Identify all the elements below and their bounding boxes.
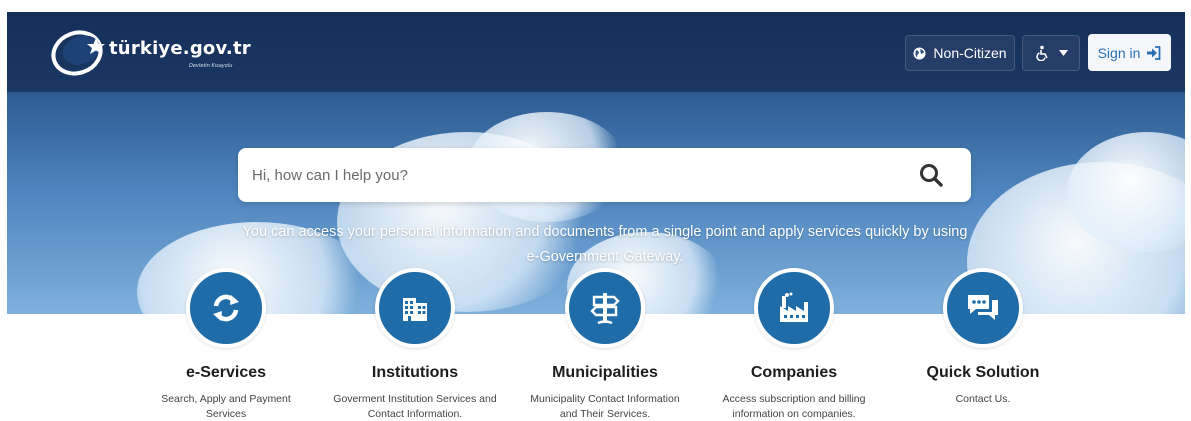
- institutions-circle[interactable]: [375, 268, 455, 348]
- quick-solution-circle[interactable]: [943, 268, 1023, 348]
- globe-icon: [913, 46, 926, 60]
- logo-text: türkiye.gov.tr: [109, 38, 251, 59]
- search-button[interactable]: [919, 163, 943, 187]
- card-title: e-Services: [185, 364, 267, 381]
- wheelchair-icon: [1035, 45, 1048, 61]
- site-logo[interactable]: türkiye.gov.tr Devletin Kısayolu: [49, 28, 259, 78]
- sign-in-icon: [1147, 45, 1161, 60]
- card-title: Quick Solution: [926, 364, 1040, 381]
- accessibility-dropdown[interactable]: [1022, 35, 1080, 71]
- card-description: Contact Us.: [955, 393, 1011, 405]
- card-description: Goverment Institution Services and Conta…: [333, 393, 497, 420]
- top-bar: türkiye.gov.tr Devletin Kısayolu Non-Cit…: [7, 12, 1185, 92]
- non-citizen-button[interactable]: Non-Citizen: [905, 35, 1015, 71]
- logo-subtitle: Devletin Kısayolu: [189, 63, 233, 69]
- card-title: Municipalities: [552, 364, 658, 381]
- caret-down-icon: [1058, 50, 1068, 56]
- e-services-circle[interactable]: [186, 268, 266, 348]
- signpost-icon: [590, 293, 620, 325]
- factory-icon: [780, 292, 808, 322]
- hero-tagline: You can access your personal information…: [242, 224, 968, 265]
- municipalities-circle[interactable]: [565, 268, 645, 348]
- search-box: [238, 148, 971, 202]
- refresh-icon: [213, 294, 239, 322]
- card-description: Access subscription and billing informat…: [722, 393, 866, 420]
- companies-circle[interactable]: [754, 268, 834, 348]
- sign-in-label: Sign in: [1097, 44, 1141, 61]
- card-title: Institutions: [371, 364, 459, 381]
- card-description: Municipality Contact Information and The…: [530, 393, 680, 420]
- chat-icon: [968, 295, 998, 320]
- sign-in-button[interactable]: Sign in: [1088, 34, 1171, 71]
- star-crescent-icon: [51, 30, 105, 76]
- card-title: Companies: [750, 364, 838, 381]
- non-citizen-label: Non-Citizen: [933, 45, 1007, 61]
- building-icon: [403, 298, 427, 321]
- search-icon: [920, 164, 943, 187]
- search-input[interactable]: [252, 160, 892, 190]
- card-description: Search, Apply and Payment Services: [161, 393, 291, 420]
